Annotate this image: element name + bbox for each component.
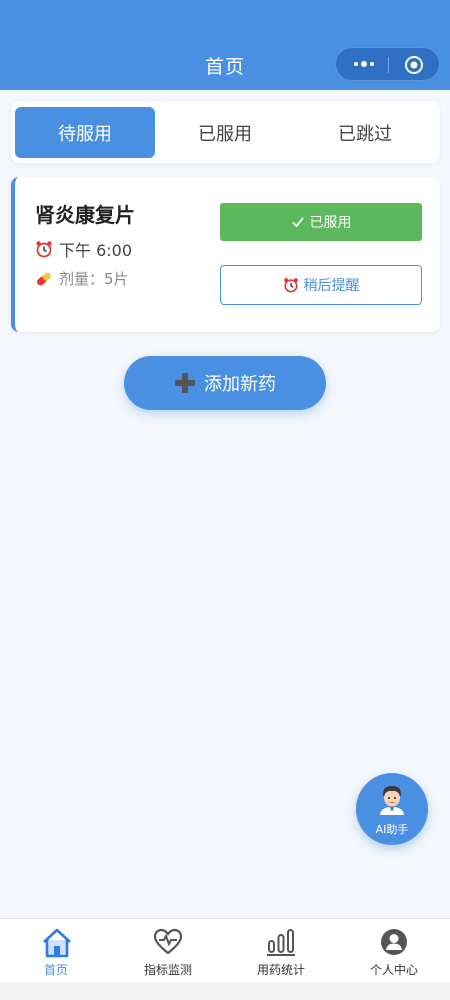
mark-taken-button[interactable]: 已服用 [220,203,422,241]
medication-dose-text: 剂量：5片 [59,270,129,288]
medication-name: 肾炎康复片 [35,203,135,227]
nav-medication-stats[interactable]: 用药统计 [225,919,337,983]
tab-pending[interactable]: 待服用 [15,107,155,158]
remind-later-button[interactable]: 稍后提醒 [220,265,422,305]
mini-program-capsule [335,47,440,81]
mark-taken-label: 已服用 [309,215,352,231]
ai-assistant-label: AI助手 [375,823,409,836]
home-indicator-area [0,982,450,1000]
ai-assistant-button[interactable]: AI助手 [356,773,428,845]
nav-profile-label: 个人中心 [369,963,418,977]
check-icon [291,217,304,228]
medication-card: 肾炎康复片 下午 6:00 剂量：5片 已服用 稍后提醒 [11,177,440,332]
user-icon [381,929,407,955]
add-medication-label: 添加新药 [204,374,276,395]
nav-home[interactable]: 首页 [0,919,112,983]
bar-chart-icon [267,929,295,956]
plus-icon [175,373,195,393]
tab-taken[interactable]: 已服用 [155,107,295,158]
medication-dose: 剂量：5片 [35,268,129,289]
alarm-clock-icon [283,278,298,293]
remind-later-label: 稍后提醒 [303,278,360,294]
add-medication-button[interactable]: 添加新药 [124,356,326,410]
bottom-navigation: 首页 指标监测 用药统计 个人中心 [0,918,450,982]
tab-skipped[interactable]: 已跳过 [295,107,435,158]
status-tabs: 待服用 已服用 已跳过 [11,101,440,163]
medication-time-text: 下午 6:00 [59,241,133,260]
doctor-avatar-icon [380,786,404,815]
alarm-clock-icon [36,241,52,258]
pill-icon [37,272,51,285]
medication-time: 下午 6:00 [35,237,132,261]
nav-indicator-monitoring-label: 指标监测 [143,963,192,977]
home-icon [43,928,71,958]
nav-profile[interactable]: 个人中心 [338,919,450,983]
nav-home-label: 首页 [43,963,68,977]
close-target-icon[interactable] [404,55,424,75]
top-bar: 首页 [0,0,450,90]
nav-indicator-monitoring[interactable]: 指标监测 [112,919,224,983]
nav-medication-stats-label: 用药统计 [256,963,305,977]
capsule-divider [388,57,389,73]
heart-monitor-icon [153,928,183,955]
more-icon[interactable] [352,57,376,71]
